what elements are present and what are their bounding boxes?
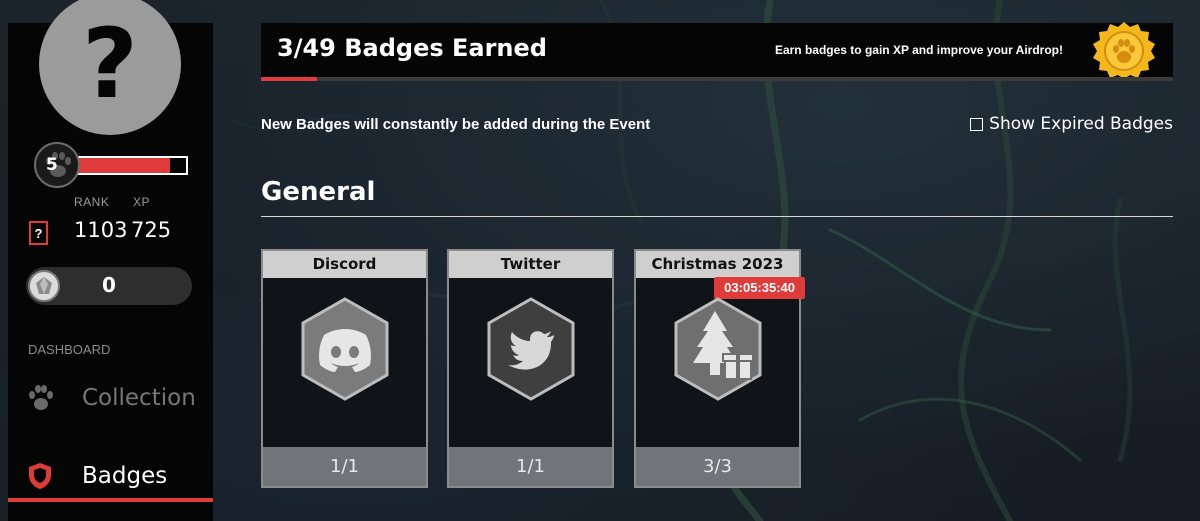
nav-section-label: DASHBOARD — [28, 342, 111, 357]
badges-progress-fill — [261, 77, 317, 81]
badge-card-twitter[interactable]: Twitter 1/1 — [447, 249, 614, 488]
xp-value: 725 — [131, 218, 172, 242]
show-expired-toggle[interactable]: Show Expired Badges — [970, 114, 1173, 134]
badge-card-discord[interactable]: Discord 1/1 — [261, 249, 428, 488]
badge-title: Christmas 2023 — [636, 251, 799, 278]
rank-label: RANK — [74, 195, 110, 209]
avatar[interactable]: ? — [39, 0, 181, 135]
level-badge: 5 — [34, 142, 80, 188]
rank-value: 1103 — [74, 218, 128, 242]
sidebar-item-label: Collection — [82, 385, 196, 411]
badge-title: Twitter — [449, 251, 612, 278]
avatar-placeholder-glyph: ? — [82, 8, 138, 120]
paw-medal-icon — [1093, 22, 1155, 79]
xp-label: XP — [133, 195, 151, 209]
badge-progress: 1/1 — [263, 447, 426, 486]
shield-icon — [29, 463, 51, 489]
countdown-timer: 03:05:35:40 — [714, 277, 805, 299]
xp-progress-bar — [74, 156, 188, 175]
christmas-tree-gift-icon — [674, 297, 762, 401]
badge-card-christmas-2023[interactable]: Christmas 2023 03:05:35:40 3/3 — [634, 249, 805, 488]
discord-icon — [301, 297, 389, 401]
unknown-item-icon: ? — [29, 221, 48, 245]
info-text: New Badges will constantly be added duri… — [261, 116, 651, 133]
gem-count: 0 — [102, 273, 116, 297]
badge-progress: 3/3 — [636, 447, 799, 486]
show-expired-label: Show Expired Badges — [989, 114, 1173, 134]
paw-icon — [29, 385, 53, 410]
badge-progress: 1/1 — [449, 447, 612, 486]
unknown-item-glyph: ? — [34, 225, 43, 241]
sidebar: ? 5 RANK XP ? 1103 725 0 DASHBOARD Colle… — [8, 0, 213, 521]
badges-progress-bar — [261, 77, 1173, 81]
sidebar-item-collection[interactable]: Collection — [8, 372, 213, 424]
sidebar-item-label: Badges — [82, 463, 168, 489]
gem-balance: 0 — [26, 267, 192, 305]
active-indicator — [8, 498, 213, 502]
show-expired-checkbox[interactable] — [970, 117, 984, 131]
page-title: 3/49 Badges Earned — [277, 34, 547, 62]
sidebar-item-badges[interactable]: Badges — [8, 450, 213, 502]
level-number: 5 — [46, 155, 58, 175]
page-header: 3/49 Badges Earned Earn badges to gain X… — [261, 22, 1173, 79]
badge-title: Discord — [263, 251, 426, 278]
section-title: General — [261, 177, 376, 207]
section-divider — [261, 216, 1173, 217]
header-subtitle: Earn badges to gain XP and improve your … — [774, 43, 1063, 57]
twitter-icon — [487, 297, 575, 401]
xp-progress-fill — [76, 158, 170, 173]
